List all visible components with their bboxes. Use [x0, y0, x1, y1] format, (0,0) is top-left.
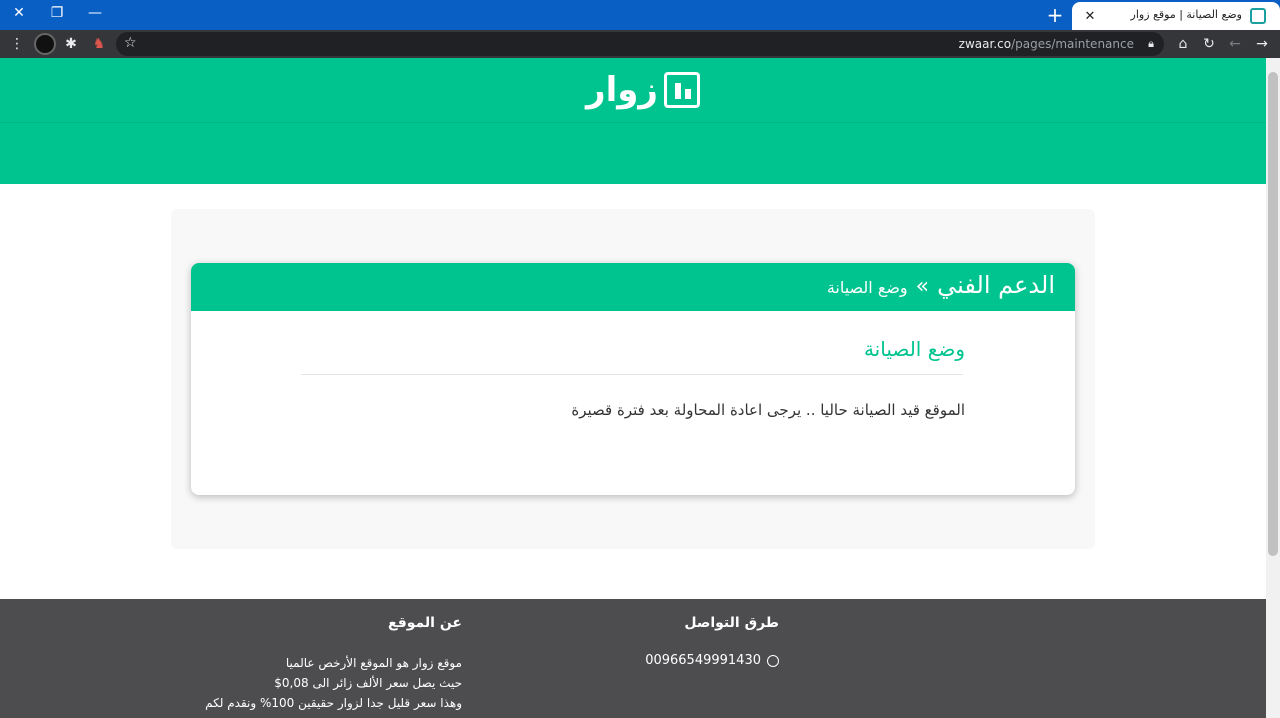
lock-icon[interactable]: 🔒︎	[1148, 37, 1154, 51]
browser-tab-bar: ✕ ❐ — + ✕ وضع الصيانة | موقع زوار	[0, 0, 1280, 30]
extension-icon[interactable]: ♞	[88, 33, 110, 55]
favicon-icon	[1250, 8, 1266, 24]
window-close-icon[interactable]: ✕	[0, 0, 38, 26]
extensions-puzzle-icon[interactable]: ✱	[60, 33, 82, 55]
profile-avatar-icon[interactable]	[34, 33, 56, 55]
breadcrumb-separator: »	[915, 274, 930, 299]
breadcrumb-current: وضع الصيانة	[826, 278, 908, 297]
footer-about-line: حيث يصل سعر الألف زائر الى 0,08$	[274, 676, 462, 690]
breadcrumb-support-link[interactable]: الدعم الفني	[937, 271, 1055, 299]
footer-about: عن الموقع موقع زوار هو الموقع الأرخص عال…	[162, 615, 462, 713]
logo-mark-icon	[663, 72, 700, 108]
logo-text: زوار	[586, 70, 658, 110]
browser-toolbar: ⋮ ✱ ♞ ☆ zwaar.co/pages/maintenance 🔒︎ ⌂ …	[0, 30, 1280, 58]
address-bar[interactable]: ☆ zwaar.co/pages/maintenance 🔒︎	[116, 32, 1164, 56]
whatsapp-icon	[767, 654, 779, 667]
tab-close-icon[interactable]: ✕	[1080, 6, 1100, 26]
maintenance-message: الموقع قيد الصيانة حاليا .. يرجى اعادة ا…	[571, 401, 965, 419]
site-header: زوار	[0, 58, 1266, 184]
back-arrow-icon[interactable]: →	[1251, 33, 1273, 55]
content-wrapper: الدعم الفني » وضع الصيانة وضع الصيانة ال…	[171, 209, 1095, 549]
url-host: zwaar.co	[958, 37, 1012, 51]
page-scrollbar[interactable]	[1266, 58, 1280, 718]
reload-icon[interactable]: ↻	[1198, 33, 1220, 55]
footer-about-title: عن الموقع	[388, 615, 462, 631]
page-title: وضع الصيانة	[863, 337, 965, 361]
tab-title: وضع الصيانة | موقع زوار	[1130, 8, 1242, 21]
home-icon[interactable]: ⌂	[1172, 33, 1194, 55]
page-viewport: زوار الدعم الفني » وضع الصيانة وضع الصيا…	[0, 58, 1266, 718]
footer-about-line: وهذا سعر قليل جدا لزوار حقيقين 100% ونقد…	[205, 696, 462, 710]
bookmark-star-icon[interactable]: ☆	[124, 35, 137, 51]
url-path: /pages/maintenance	[1011, 37, 1134, 51]
scrollbar-thumb[interactable]	[1268, 72, 1278, 556]
maintenance-card: الدعم الفني » وضع الصيانة وضع الصيانة ال…	[191, 263, 1075, 495]
window-restore-icon[interactable]: ❐	[38, 0, 76, 26]
forward-arrow-icon[interactable]: ←	[1224, 33, 1246, 55]
whatsapp-contact[interactable]: 00966549991430	[519, 653, 779, 668]
header-divider	[0, 122, 1266, 123]
new-tab-icon[interactable]: +	[1042, 3, 1068, 27]
breadcrumb: الدعم الفني » وضع الصيانة	[827, 271, 1055, 299]
title-divider	[301, 374, 963, 375]
footer-contact: طرق التواصل 00966549991430	[519, 615, 779, 668]
browser-tab[interactable]: ✕ وضع الصيانة | موقع زوار	[1072, 2, 1280, 30]
card-header: الدعم الفني » وضع الصيانة	[191, 263, 1075, 311]
footer-about-line: موقع زوار هو الموقع الأرخص عالميا	[285, 656, 462, 670]
menu-kebab-icon[interactable]: ⋮	[6, 33, 28, 55]
site-logo[interactable]: زوار	[586, 70, 700, 110]
url-text[interactable]: zwaar.co/pages/maintenance	[959, 37, 1134, 51]
footer-contact-title: طرق التواصل	[684, 615, 779, 631]
phone-number[interactable]: 00966549991430	[645, 653, 761, 668]
site-footer: عن الموقع موقع زوار هو الموقع الأرخص عال…	[0, 599, 1266, 718]
window-minimize-icon[interactable]: —	[76, 0, 114, 26]
